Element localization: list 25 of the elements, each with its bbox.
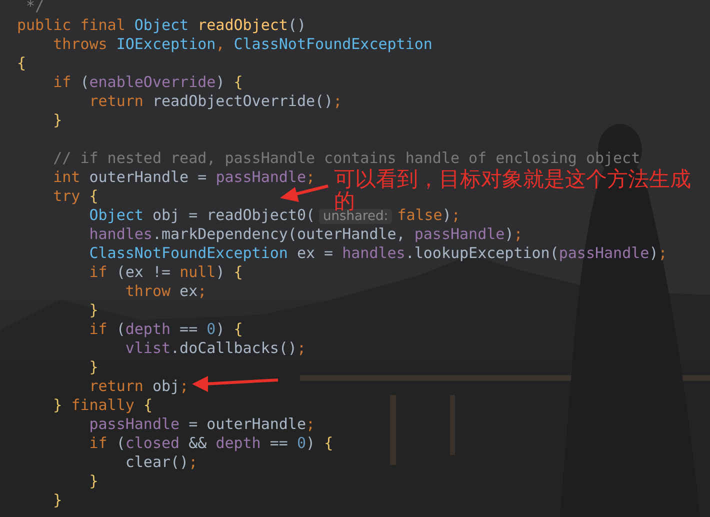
code-line: return obj; bbox=[88, 377, 189, 396]
code-line: public final Object readObject() bbox=[17, 16, 306, 35]
code-line: } bbox=[88, 472, 98, 491]
code-line: if (closed && depth == 0) { bbox=[88, 434, 334, 453]
code-line: if (depth == 0) { bbox=[88, 320, 243, 339]
code-line: } bbox=[52, 491, 62, 510]
code-line: { bbox=[17, 54, 26, 73]
code-line: handles.markDependency(outerHandle, passHandle); bbox=[88, 225, 523, 244]
code-line: throws IOException, ClassNotFoundException bbox=[52, 35, 432, 54]
code-line: // if nested read, passHandle contains handle of enclosing object bbox=[52, 149, 640, 168]
code-line: clear(); bbox=[124, 453, 198, 472]
code-line: vlist.doCallbacks(); bbox=[124, 339, 306, 358]
code-line: if (ex != null) { bbox=[88, 263, 243, 282]
code-line: int outerHandle = passHandle; bbox=[52, 168, 316, 187]
code-line: return readObjectOverride(); bbox=[88, 92, 342, 111]
code-line: try { bbox=[52, 187, 98, 206]
code-line: */ bbox=[25, 0, 44, 16]
code-line: ClassNotFoundException ex = handles.lookupException(passHandle); bbox=[88, 244, 668, 263]
code-line: throw ex; bbox=[124, 282, 207, 301]
code-line: } bbox=[88, 301, 98, 320]
code-line: } bbox=[88, 358, 98, 377]
code-line: } bbox=[52, 111, 62, 130]
code-line: if (enableOverride) { bbox=[52, 73, 243, 92]
code-line: passHandle = outerHandle; bbox=[88, 415, 316, 434]
code-line: } finally { bbox=[52, 396, 152, 415]
